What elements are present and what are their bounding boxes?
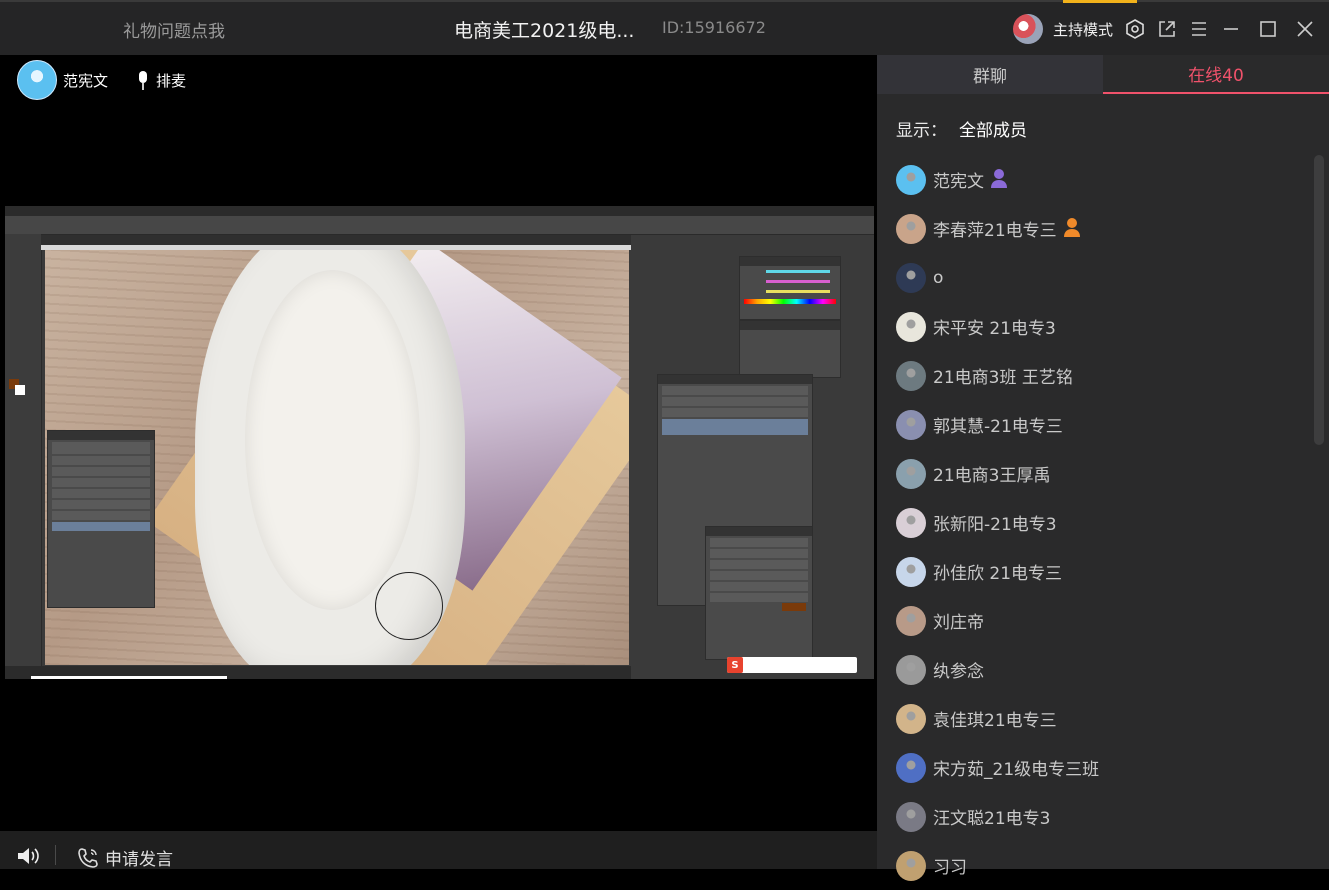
member-name: 袁佳琪21电专三: [933, 711, 1057, 731]
member-avatar: [896, 409, 926, 440]
ps-progress-bar: [31, 676, 227, 679]
member-name: 宋平安 21电专3: [933, 319, 1056, 339]
ps-document-tabs: [41, 235, 631, 245]
member-row[interactable]: 李春萍21电专三: [896, 204, 1306, 253]
member-avatar: [896, 262, 926, 293]
mic-queue-button[interactable]: 排麦: [136, 70, 186, 91]
member-list: 范宪文李春萍21电专三 o 宋平安 21电专3 21电商3班 王艺铭 郭其慧-21电专三…: [896, 155, 1306, 890]
member-name: 纨参念: [933, 662, 984, 682]
close-icon[interactable]: [1292, 16, 1318, 42]
host-avatar[interactable]: [1013, 14, 1043, 44]
settings-hex-icon[interactable]: [1122, 16, 1148, 42]
presenter-badge[interactable]: 范宪文: [17, 60, 108, 100]
presenter-name: 范宪文: [63, 71, 109, 90]
mic-queue-label: 排麦: [156, 72, 187, 90]
member-row[interactable]: 21电商3王厚禹: [896, 449, 1306, 498]
microphone-icon: [139, 70, 147, 90]
phone-icon: [78, 847, 98, 868]
member-row[interactable]: 纨参念: [896, 645, 1306, 694]
member-name: 张新阳-21电专3: [933, 515, 1057, 535]
member-row[interactable]: o: [896, 253, 1306, 302]
ps-adjustments-panel: [739, 320, 841, 378]
member-avatar: [896, 213, 926, 244]
volume-icon[interactable]: [16, 845, 40, 871]
brush-cursor: [375, 572, 443, 640]
member-row[interactable]: 刘庄帝: [896, 596, 1306, 645]
member-row[interactable]: 张新阳-21电专3: [896, 498, 1306, 547]
member-avatar: [896, 311, 926, 342]
member-row[interactable]: 宋平安 21电专3: [896, 302, 1306, 351]
member-avatar: [896, 850, 926, 881]
host-mode-button[interactable]: 主持模式: [1053, 19, 1113, 40]
title-bar: 礼物问题点我 电商美工2021级电... ID:15916672 主持模式: [0, 0, 1329, 55]
member-row[interactable]: 范宪文: [896, 155, 1306, 204]
member-avatar: [896, 654, 926, 685]
ime-toolbar: S: [727, 657, 857, 673]
member-row[interactable]: 习习: [896, 841, 1306, 890]
member-avatar: [896, 801, 926, 832]
member-name: 范宪文: [933, 172, 984, 192]
assistant-badge-icon: [1063, 217, 1081, 241]
minimize-icon[interactable]: [1218, 16, 1244, 42]
popout-icon[interactable]: [1154, 16, 1180, 42]
member-name: 习习: [933, 858, 967, 878]
member-list-scrollbar[interactable]: [1314, 155, 1324, 445]
ps-color-panel: [739, 256, 841, 320]
member-avatar: [896, 164, 926, 195]
ps-history-panel: [47, 430, 155, 608]
member-row[interactable]: 孙佳欣 21电专三: [896, 547, 1306, 596]
ps-menubar: [5, 206, 874, 216]
bottom-divider: [55, 845, 56, 865]
presenter-avatar: [17, 60, 57, 100]
member-name: 孙佳欣 21电专三: [933, 564, 1063, 584]
room-id: ID:15916672: [662, 18, 766, 37]
tab-online-members[interactable]: 在线40: [1103, 55, 1329, 94]
member-name: o: [933, 267, 944, 288]
member-filter[interactable]: 显示： 全部成员: [896, 116, 1027, 141]
ps-background-swatch: [15, 385, 25, 395]
ps-character-panel: [705, 526, 813, 660]
top-accent-strip: [1063, 0, 1137, 3]
member-row[interactable]: 宋方茹_21级电专三班: [896, 743, 1306, 792]
ps-toolbox: [5, 234, 42, 669]
member-avatar: [896, 752, 926, 783]
member-avatar: [896, 556, 926, 587]
filter-value[interactable]: 全部成员: [959, 121, 1027, 141]
ps-options-bar: [5, 216, 874, 235]
filter-label: 显示：: [896, 121, 947, 141]
member-name: 李春萍21电专三: [933, 221, 1057, 241]
tab-group-chat[interactable]: 群聊: [877, 55, 1103, 94]
member-avatar: [896, 703, 926, 734]
side-tabs: 群聊 在线40: [877, 55, 1329, 94]
maximize-icon[interactable]: [1255, 16, 1281, 42]
member-avatar: [896, 458, 926, 489]
ime-logo-icon: S: [727, 657, 743, 673]
apply-speak-label: 申请发言: [105, 850, 173, 870]
menu-icon[interactable]: [1186, 16, 1212, 42]
host-badge-icon: [990, 168, 1008, 192]
screen-share-video: S: [5, 206, 874, 679]
side-panel: 群聊 在线40 显示： 全部成员 范宪文李春萍21电专三 o 宋平安 21电专3 21电…: [877, 55, 1329, 881]
member-avatar: [896, 605, 926, 636]
member-row[interactable]: 汪文聪21电专3: [896, 792, 1306, 841]
member-name: 21电商3王厚禹: [933, 466, 1051, 486]
member-row[interactable]: 袁佳琪21电专三: [896, 694, 1306, 743]
member-name: 郭其慧-21电专三: [933, 417, 1063, 437]
shoe-insole: [245, 270, 420, 610]
member-name: 21电商3班 王艺铭: [933, 368, 1073, 388]
member-name: 宋方茹_21级电专三班: [933, 760, 1100, 780]
member-row[interactable]: 郭其慧-21电专三: [896, 400, 1306, 449]
member-avatar: [896, 507, 926, 538]
member-row[interactable]: 21电商3班 王艺铭: [896, 351, 1306, 400]
member-name: 刘庄帝: [933, 613, 984, 633]
member-name: 汪文聪21电专3: [933, 809, 1051, 829]
gift-help-link[interactable]: 礼物问题点我: [123, 17, 225, 42]
apply-speak-button[interactable]: 申请发言: [77, 845, 173, 870]
room-title: 电商美工2021级电...: [454, 20, 635, 42]
member-avatar: [896, 360, 926, 391]
